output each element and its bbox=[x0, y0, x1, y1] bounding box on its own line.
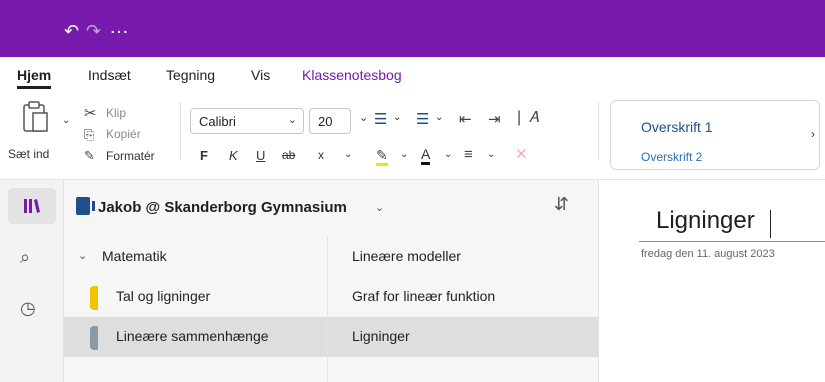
redo-icon[interactable]: ↷ bbox=[86, 22, 101, 40]
increase-indent-icon[interactable]: ⇥ bbox=[488, 112, 501, 128]
notebooks-icon bbox=[24, 199, 40, 213]
section-tab-marker bbox=[90, 286, 98, 310]
notebook-icon bbox=[76, 197, 95, 215]
section-item[interactable]: Tal og ligninger bbox=[64, 277, 327, 317]
page-date: fredag den 11. august 2023 bbox=[641, 248, 775, 260]
recent-icon[interactable]: ◷ bbox=[20, 298, 36, 319]
format-painter-label[interactable]: Formatér bbox=[106, 149, 155, 163]
title-bar: ↶ ↷ … bbox=[0, 0, 825, 57]
page-item-selected[interactable]: Ligninger bbox=[328, 317, 598, 357]
section-item-label: Tal og ligninger bbox=[116, 288, 211, 304]
numbered-list-icon[interactable]: ☰ bbox=[416, 112, 429, 128]
tab-vis[interactable]: Vis bbox=[251, 67, 270, 83]
font-color-icon[interactable]: A bbox=[421, 146, 431, 165]
paste-icon[interactable] bbox=[22, 100, 50, 134]
font-size-value: 20 bbox=[318, 114, 333, 129]
strikethrough-button[interactable]: ab bbox=[282, 148, 295, 162]
navigation-rail: ⌕ ◷ bbox=[0, 180, 64, 382]
underline-button[interactable]: U bbox=[256, 148, 265, 163]
notebook-title[interactable]: Jakob @ Skanderborg Gymnasium bbox=[98, 199, 347, 216]
delete-icon[interactable]: ✕ bbox=[515, 147, 528, 163]
page-item-label: Graf for lineær funktion bbox=[352, 288, 496, 304]
ribbon-tabs: Hjem Indsæt Tegning Vis Klassenotesbog bbox=[0, 57, 825, 94]
align-icon[interactable]: ≡ bbox=[464, 147, 473, 163]
page-canvas[interactable]: Ligninger fredag den 11. august 2023 bbox=[599, 180, 825, 382]
notebook-header[interactable]: Jakob @ Skanderborg Gymnasium ⌄ ⇵ bbox=[64, 180, 599, 237]
chevron-down-icon: ⌄ bbox=[287, 114, 297, 126]
more-icon[interactable]: … bbox=[109, 17, 130, 37]
decrease-indent-icon[interactable]: ⇤ bbox=[459, 112, 472, 128]
style-heading1[interactable]: Overskrift 1 bbox=[641, 119, 713, 135]
text-cursor bbox=[770, 210, 771, 238]
scissors-icon[interactable]: ✂ bbox=[84, 106, 97, 122]
notebooks-button[interactable] bbox=[8, 188, 56, 224]
section-list: ⌄ Matematik Tal og ligninger Lineære sam… bbox=[64, 237, 328, 382]
italic-button[interactable]: K bbox=[229, 148, 238, 163]
tab-tegning[interactable]: Tegning bbox=[166, 67, 215, 83]
separator bbox=[180, 102, 181, 160]
bullet-list-icon[interactable]: ☰ bbox=[374, 112, 387, 128]
section-tab-marker bbox=[90, 326, 98, 350]
search-icon[interactable]: ⌕ bbox=[20, 247, 30, 268]
section-group[interactable]: ⌄ Matematik bbox=[64, 237, 327, 277]
sort-icon[interactable]: ⇵ bbox=[554, 194, 569, 215]
tab-indsaet[interactable]: Indsæt bbox=[88, 67, 131, 83]
page-item-label: Lineære modeller bbox=[352, 248, 461, 264]
tab-klassenotesbog[interactable]: Klassenotesbog bbox=[302, 67, 402, 83]
style-heading2[interactable]: Overskrift 2 bbox=[641, 150, 702, 164]
separator bbox=[598, 102, 599, 160]
font-name-value: Calibri bbox=[199, 114, 236, 129]
chevron-down-icon[interactable]: ⌄ bbox=[359, 111, 368, 124]
copy-icon[interactable]: ⎘ bbox=[84, 127, 94, 143]
cut-label[interactable]: Klip bbox=[106, 106, 126, 120]
section-item-label: Lineære sammenhænge bbox=[116, 328, 269, 344]
clear-formatting-icon[interactable]: 𝐴 bbox=[529, 110, 539, 126]
copy-label[interactable]: Kopiér bbox=[106, 127, 141, 141]
subscript-button[interactable]: x bbox=[318, 148, 324, 162]
page-item[interactable]: Lineære modeller bbox=[328, 237, 598, 277]
section-group-label: Matematik bbox=[102, 248, 167, 264]
page-list: Lineære modeller Graf for lineær funktio… bbox=[328, 237, 599, 382]
title-underline bbox=[639, 241, 825, 242]
tab-hjem[interactable]: Hjem bbox=[17, 67, 52, 89]
page-title[interactable]: Ligninger bbox=[656, 207, 755, 235]
chevron-right-icon[interactable]: › bbox=[811, 127, 815, 141]
font-name-select[interactable]: Calibri ⌄ bbox=[190, 108, 304, 134]
page-item-label: Ligninger bbox=[352, 328, 410, 344]
page-item[interactable]: Graf for lineær funktion bbox=[328, 277, 598, 317]
paste-label[interactable]: Sæt ind bbox=[8, 147, 49, 161]
chevron-down-icon[interactable]: ⌄ bbox=[78, 249, 87, 262]
bold-button[interactable]: F bbox=[200, 148, 208, 163]
format-painter-icon[interactable]: ✎ bbox=[84, 148, 95, 164]
styles-gallery[interactable]: Overskrift 1 Overskrift 2 › bbox=[610, 100, 820, 170]
highlighter-icon[interactable]: ✎ bbox=[376, 147, 388, 166]
section-item-selected[interactable]: Lineære sammenhænge bbox=[64, 317, 327, 357]
undo-icon[interactable]: ↶ bbox=[64, 22, 79, 40]
font-size-select[interactable]: 20 bbox=[309, 108, 351, 134]
chevron-down-icon[interactable]: ⌄ bbox=[375, 201, 384, 214]
